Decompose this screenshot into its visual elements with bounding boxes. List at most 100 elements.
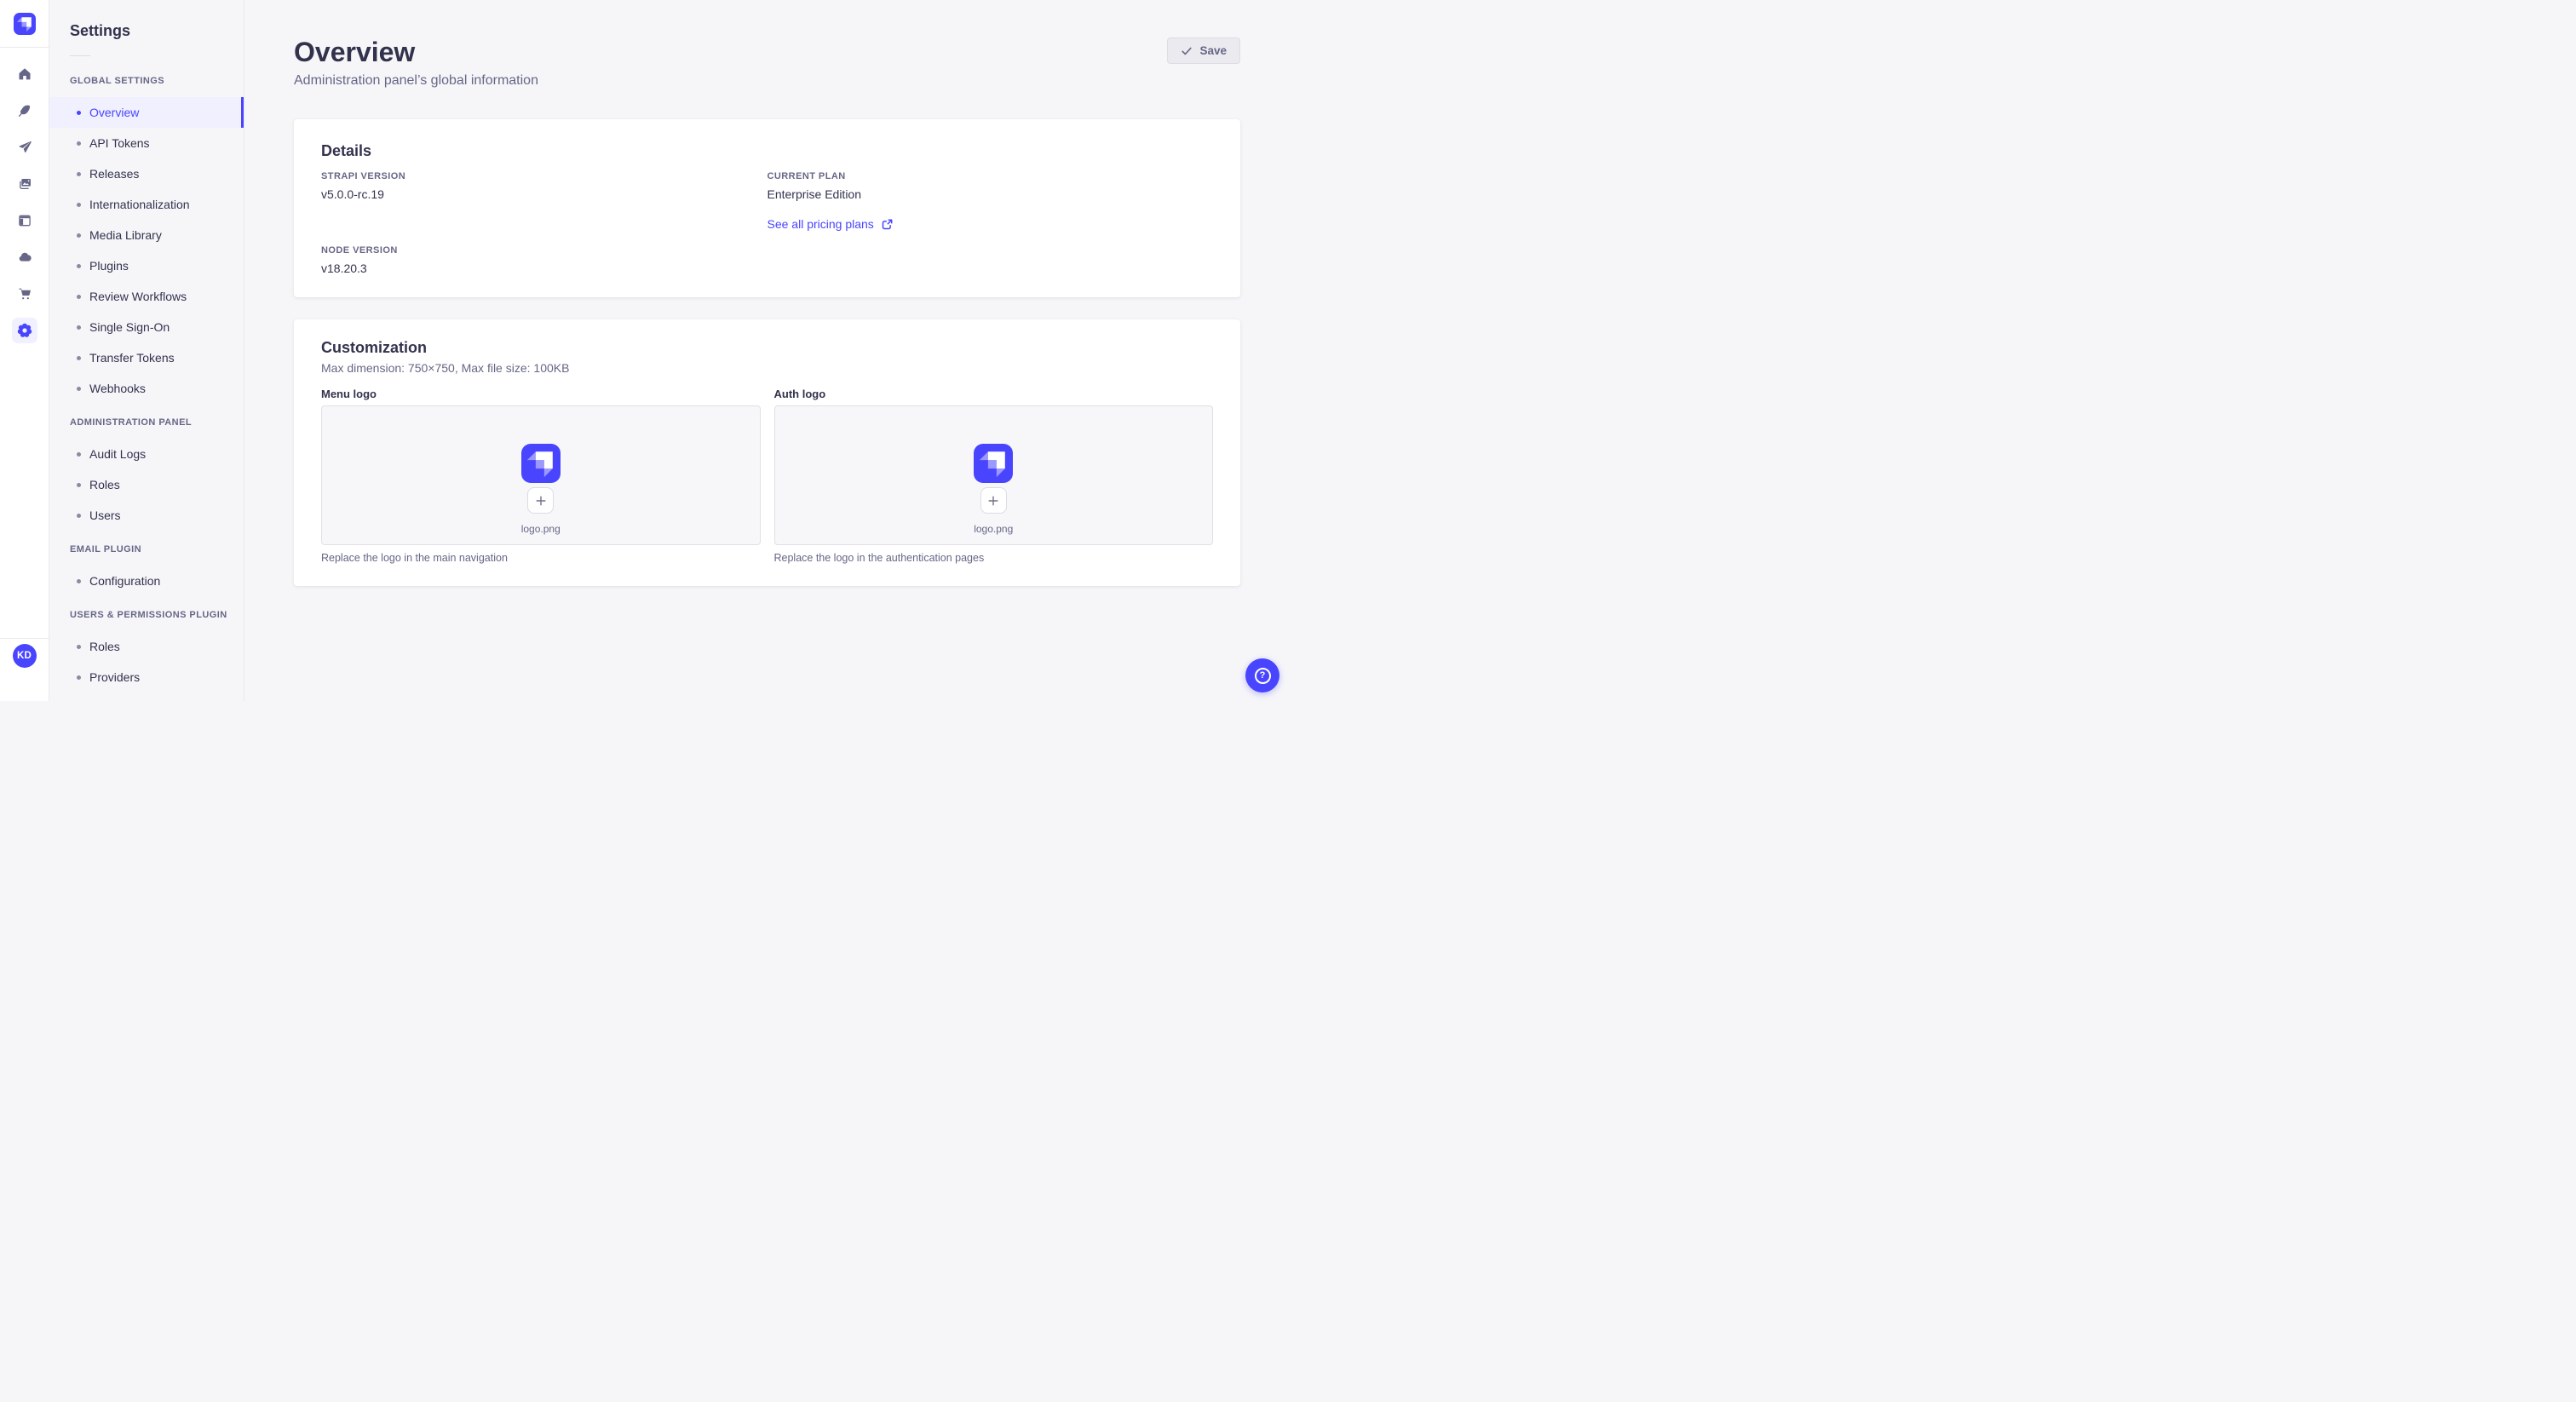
field-label: CURRENT PLAN bbox=[767, 171, 846, 182]
strapi-logo-icon bbox=[526, 451, 553, 478]
strapi-version-field: STRAPI VERSION v5.0.0-rc.19 bbox=[321, 171, 768, 201]
nav-item-label: Transfer Tokens bbox=[89, 351, 175, 365]
content-feather-icon bbox=[18, 105, 30, 117]
auth-logo-add-button[interactable] bbox=[980, 487, 1007, 514]
nav-list: Configuration bbox=[49, 566, 244, 596]
nav-item-admin-users[interactable]: Users bbox=[49, 500, 244, 531]
rail-item-content[interactable] bbox=[18, 104, 32, 118]
nav-item-releases[interactable]: Releases bbox=[49, 158, 244, 189]
page-subtitle: Administration panel’s global informatio… bbox=[294, 73, 538, 89]
nav-item-up-providers[interactable]: Providers bbox=[49, 662, 244, 692]
nav-item-label: Overview bbox=[89, 106, 140, 119]
brand-area bbox=[0, 0, 49, 48]
nav-item-label: Media Library bbox=[89, 228, 162, 242]
rail-item-settings[interactable] bbox=[11, 318, 37, 343]
bullet-icon bbox=[77, 355, 81, 360]
nav-item-label: Roles bbox=[89, 640, 120, 653]
nav-section-email-plugin: EMAIL PLUGIN Configuration bbox=[49, 544, 244, 596]
page-header: Overview Administration panel’s global i… bbox=[244, 0, 1288, 89]
main-content: Overview Administration panel’s global i… bbox=[244, 0, 1288, 701]
strapi-logo-button[interactable] bbox=[13, 12, 36, 35]
question-mark-icon: ? bbox=[1254, 667, 1271, 684]
nav-item-api-tokens[interactable]: API Tokens bbox=[49, 128, 244, 158]
logo-grid: Menu logo logo.png Replace the logo in t… bbox=[321, 388, 1213, 564]
bullet-icon bbox=[77, 386, 81, 391]
nav-list: Audit Logs Roles Users bbox=[49, 439, 244, 531]
nav-section-global-settings: GLOBAL SETTINGS Overview API Tokens Rele… bbox=[49, 76, 244, 404]
layout-icon bbox=[18, 215, 31, 227]
nav-list: Roles Providers bbox=[49, 631, 244, 692]
pricing-plans-link[interactable]: See all pricing plans bbox=[768, 217, 893, 231]
bullet-icon bbox=[77, 675, 81, 680]
auth-logo-dropzone[interactable]: logo.png bbox=[773, 405, 1213, 546]
strapi-logo-icon bbox=[16, 16, 32, 32]
rail-item-layout[interactable] bbox=[18, 214, 32, 227]
menu-logo-add-button[interactable] bbox=[527, 487, 555, 514]
nav-item-label: API Tokens bbox=[89, 136, 150, 150]
bullet-icon bbox=[77, 141, 81, 146]
nav-item-media-library[interactable]: Media Library bbox=[49, 220, 244, 250]
settings-nav-title: Settings bbox=[70, 22, 131, 39]
menu-logo-help: Replace the logo in the main navigation bbox=[321, 552, 508, 565]
home-icon bbox=[18, 68, 31, 80]
media-images-icon bbox=[19, 179, 31, 189]
node-version-field: NODE VERSION v18.20.3 bbox=[321, 245, 768, 275]
nav-item-single-sign-on[interactable]: Single Sign-On bbox=[49, 312, 244, 342]
nav-item-internationalization[interactable]: Internationalization bbox=[49, 189, 244, 220]
nav-item-up-roles[interactable]: Roles bbox=[49, 631, 244, 662]
current-plan-field: CURRENT PLAN Enterprise Edition bbox=[768, 171, 1214, 201]
bullet-icon bbox=[77, 294, 81, 299]
nav-item-label: Review Workflows bbox=[89, 290, 187, 303]
field-value: Enterprise Edition bbox=[767, 187, 862, 202]
rail-item-send[interactable] bbox=[18, 141, 32, 154]
help-button[interactable]: ? bbox=[1245, 658, 1279, 692]
rail-item-media-library[interactable] bbox=[18, 177, 32, 191]
nav-section-label: GLOBAL SETTINGS bbox=[70, 76, 165, 86]
field-value: v5.0.0-rc.19 bbox=[321, 187, 384, 202]
page-title: Overview bbox=[294, 37, 416, 67]
nav-item-plugins[interactable]: Plugins bbox=[49, 250, 244, 281]
settings-sub-nav: Settings GLOBAL SETTINGS Overview API To… bbox=[49, 0, 244, 701]
nav-section-label: USERS & PERMISSIONS PLUGIN bbox=[70, 610, 227, 620]
bullet-icon bbox=[77, 644, 81, 649]
nav-item-label: Audit Logs bbox=[89, 447, 147, 461]
nav-item-transfer-tokens[interactable]: Transfer Tokens bbox=[49, 342, 244, 373]
nav-item-webhooks[interactable]: Webhooks bbox=[49, 373, 244, 404]
save-button[interactable]: Save bbox=[1167, 37, 1240, 64]
cloud-icon bbox=[19, 252, 32, 261]
nav-item-label: Plugins bbox=[89, 259, 129, 273]
nav-item-email-configuration[interactable]: Configuration bbox=[49, 566, 244, 596]
settings-gear-icon bbox=[17, 323, 32, 337]
rail-item-home[interactable] bbox=[18, 67, 32, 81]
nav-item-label: Users bbox=[89, 509, 121, 522]
auth-logo-filename: logo.png bbox=[974, 523, 1014, 536]
nav-item-audit-logs[interactable]: Audit Logs bbox=[49, 439, 244, 469]
nav-item-label: Roles bbox=[89, 478, 120, 491]
strapi-logo-icon bbox=[980, 451, 1006, 478]
nav-item-admin-roles[interactable]: Roles bbox=[49, 469, 244, 500]
bullet-icon bbox=[77, 202, 81, 207]
check-icon bbox=[1182, 47, 1193, 55]
main-icon-rail: KD bbox=[0, 0, 49, 701]
details-heading: Details bbox=[321, 142, 372, 160]
nav-item-overview[interactable]: Overview bbox=[49, 97, 244, 128]
auth-logo-label: Auth logo bbox=[773, 388, 826, 401]
plus-icon bbox=[536, 496, 546, 506]
bullet-icon bbox=[77, 233, 81, 238]
field-label: NODE VERSION bbox=[321, 245, 398, 256]
menu-logo-block: Menu logo logo.png Replace the logo in t… bbox=[321, 388, 761, 564]
pricing-link-cell: See all pricing plans bbox=[768, 217, 1214, 233]
nav-item-label: Webhooks bbox=[89, 382, 146, 395]
send-plane-icon bbox=[19, 141, 32, 153]
nav-item-review-workflows[interactable]: Review Workflows bbox=[49, 281, 244, 312]
bullet-icon bbox=[77, 325, 81, 330]
nav-item-label: Configuration bbox=[89, 574, 161, 588]
user-avatar[interactable]: KD bbox=[12, 644, 37, 668]
rail-item-cloud[interactable] bbox=[18, 250, 32, 264]
customization-constraints: Max dimension: 750×750, Max file size: 1… bbox=[321, 361, 570, 376]
details-grid: STRAPI VERSION v5.0.0-rc.19 CURRENT PLAN… bbox=[321, 171, 1213, 275]
auth-logo-help: Replace the logo in the authentication p… bbox=[773, 552, 985, 565]
rail-item-marketplace[interactable] bbox=[18, 287, 32, 301]
rail-user-area: KD bbox=[0, 638, 49, 701]
menu-logo-dropzone[interactable]: logo.png bbox=[321, 405, 761, 546]
